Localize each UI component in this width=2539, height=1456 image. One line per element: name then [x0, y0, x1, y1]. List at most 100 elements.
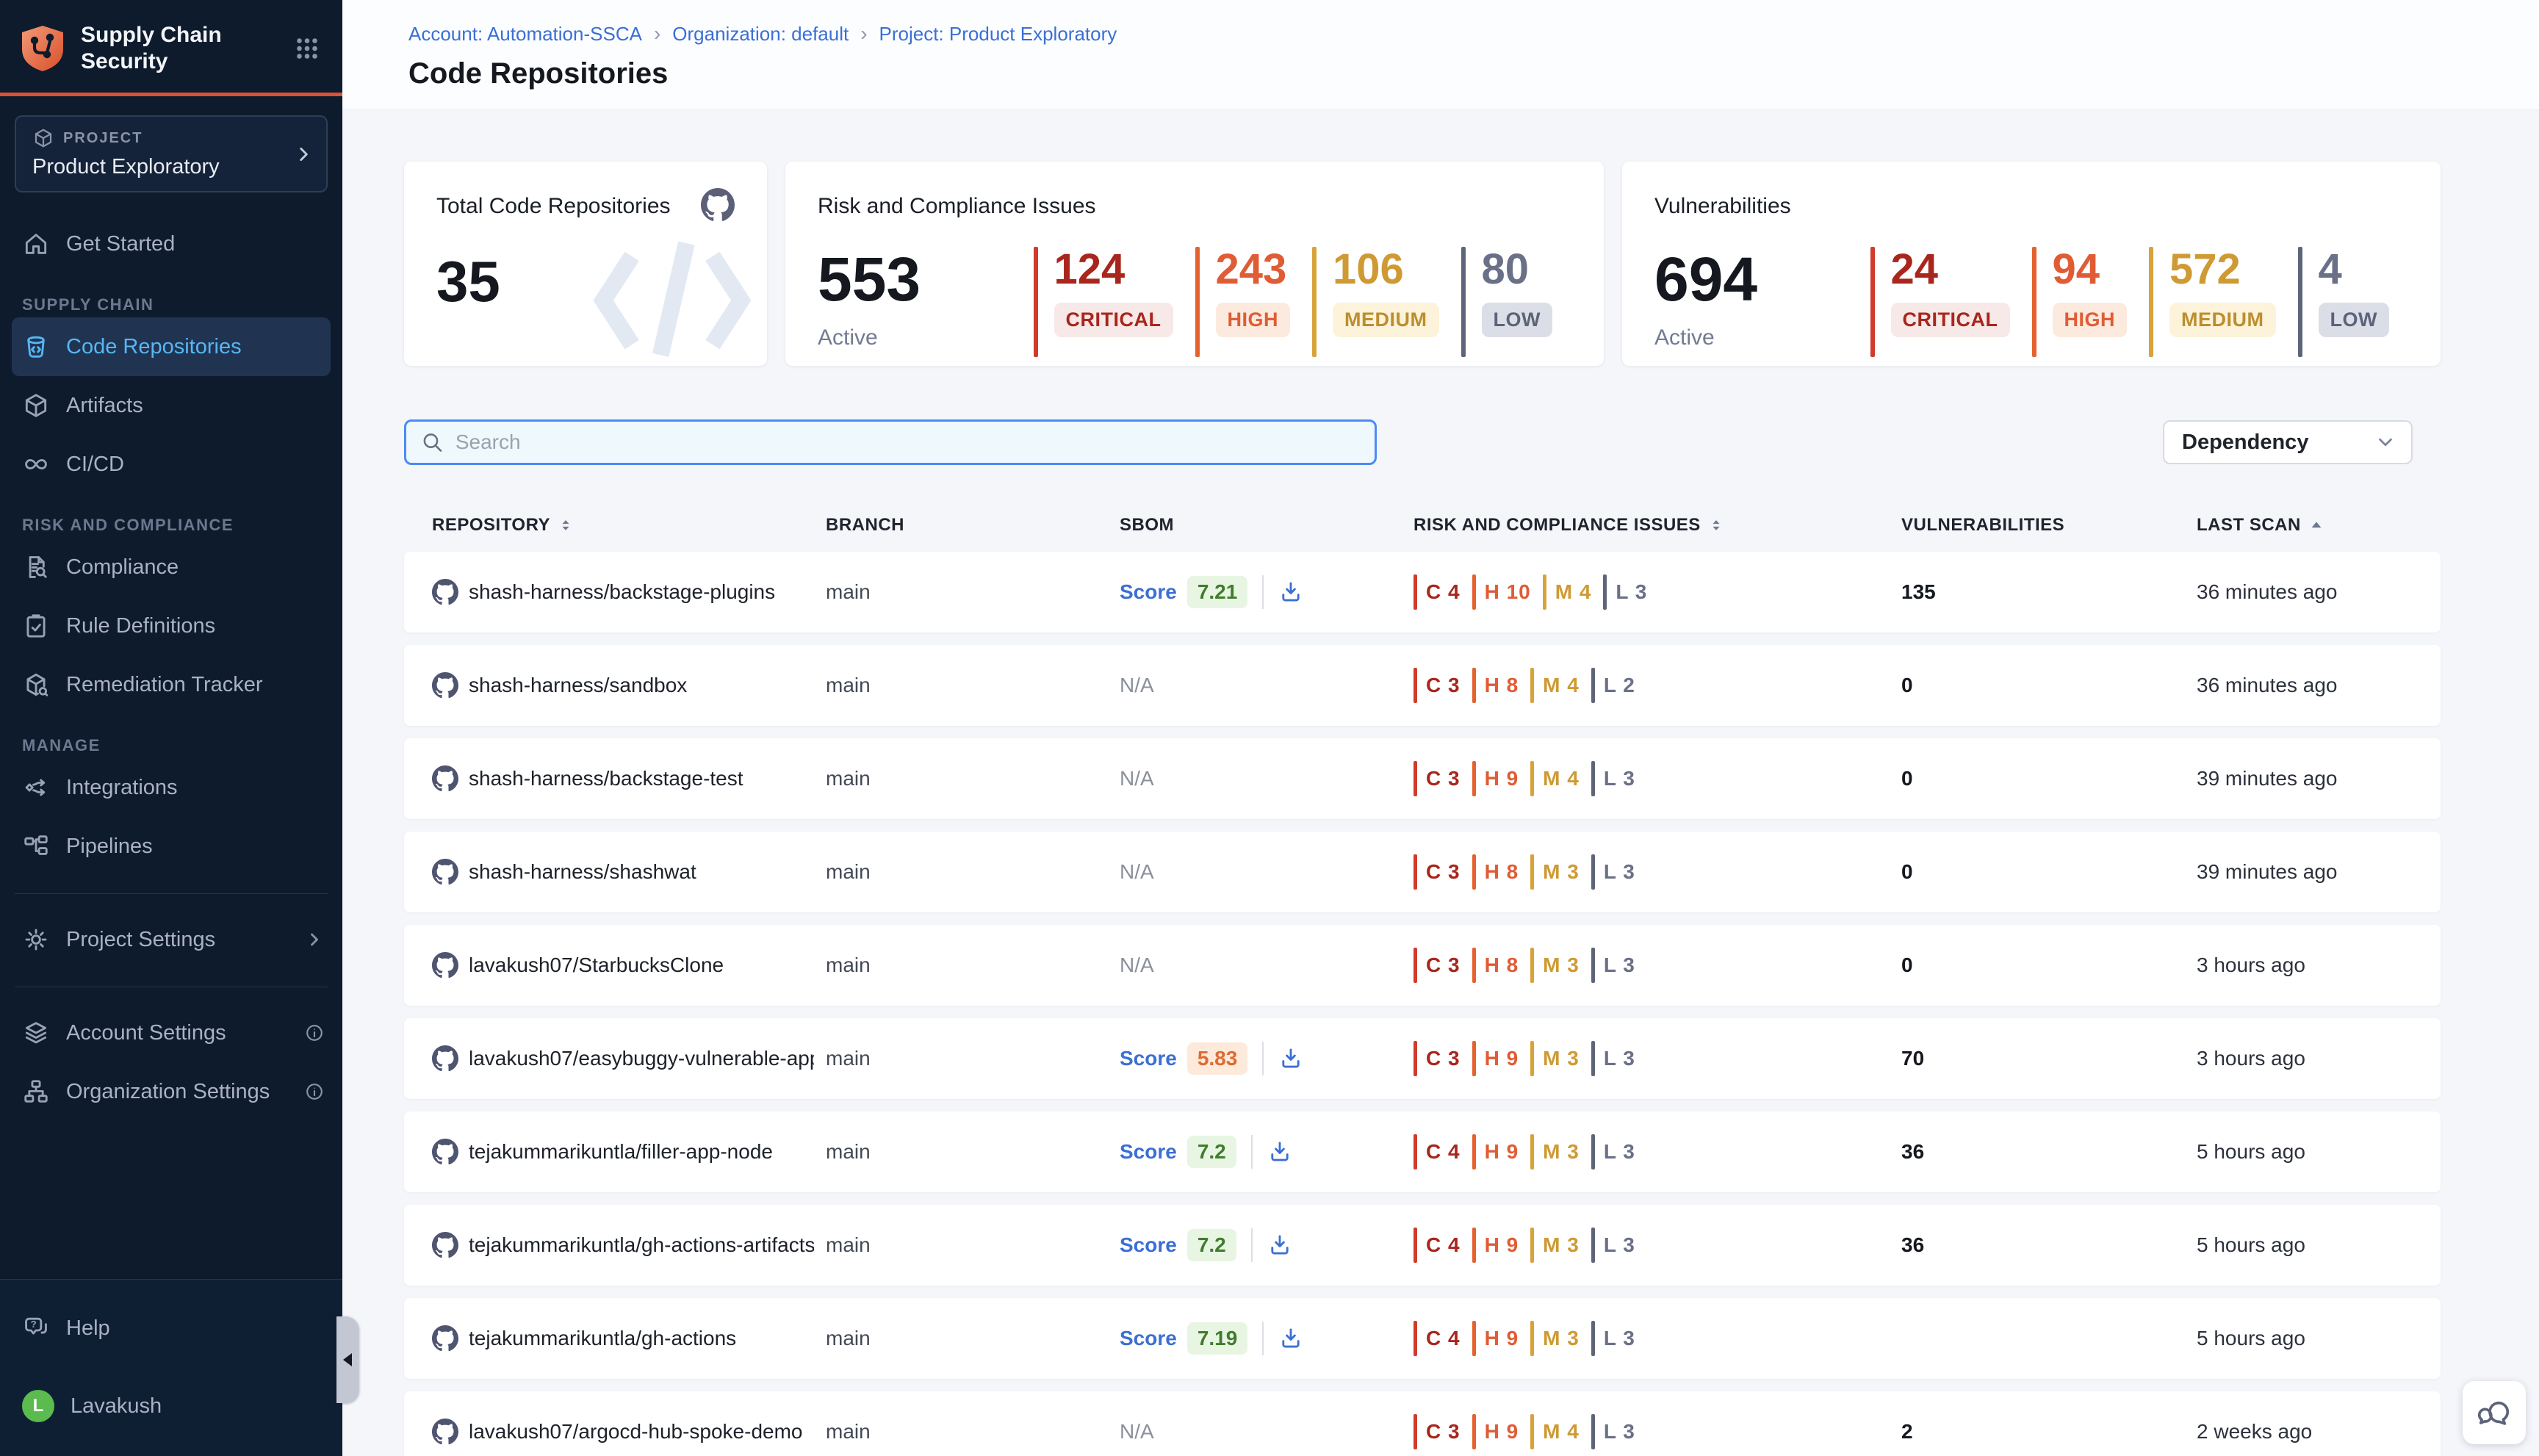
sbom-cell: Score7.19 — [1120, 1322, 1413, 1355]
brand-divider — [0, 93, 342, 96]
repository-name[interactable]: tejakummarikuntla/gh-actions-artifacts — [469, 1233, 814, 1257]
table-row[interactable]: shash-harness/sandboxmainN/AC 3H 8M 4L 2… — [404, 645, 2441, 726]
chevron-right-icon — [294, 145, 313, 164]
rule-definitions-icon — [22, 612, 50, 640]
table-row[interactable]: shash-harness/backstage-testmainN/AC 3H … — [404, 738, 2441, 819]
column-header-branch: BRANCH — [826, 515, 1120, 536]
repository-name[interactable]: lavakush07/easybuggy-vulnerable-app... — [469, 1047, 814, 1070]
sidebar-item-get-started[interactable]: Get Started — [0, 215, 342, 273]
severity-count: 94 — [2053, 247, 2128, 292]
sidebar-item-help[interactable]: ? Help — [0, 1299, 342, 1358]
sidebar-item-remediation-tracker[interactable]: Remediation Tracker — [0, 655, 342, 714]
sidebar-item-project-settings[interactable]: Project Settings — [0, 910, 342, 969]
severity-bar — [1472, 1321, 1476, 1356]
severity-low: L 3 — [1591, 1041, 1635, 1076]
severity-value: C 3 — [1426, 1047, 1461, 1070]
divider — [1251, 1135, 1253, 1169]
toolbar: Dependency — [404, 419, 2441, 465]
sidebar-item-artifacts[interactable]: Artifacts — [0, 376, 342, 435]
repository-name[interactable]: lavakush07/argocd-hub-spoke-demo — [469, 1420, 803, 1444]
project-selector[interactable]: PROJECT Product Exploratory — [15, 115, 328, 192]
breadcrumb-account-link[interactable]: Account: Automation-SSCA — [408, 23, 642, 46]
severity-content: 24CRITICAL — [1891, 247, 2010, 357]
download-sbom-icon[interactable] — [1278, 580, 1303, 605]
download-sbom-icon[interactable] — [1278, 1046, 1303, 1071]
sidebar-item-pipelines[interactable]: Pipelines — [0, 817, 342, 876]
user-menu[interactable]: L Lavakush — [0, 1377, 342, 1435]
breadcrumb-organization-link[interactable]: Organization: default — [672, 23, 849, 46]
github-icon — [432, 1419, 458, 1445]
severity-bar — [1472, 1041, 1476, 1076]
branch-cell: main — [826, 1327, 1120, 1350]
sidebar-item-ci-cd[interactable]: CI/CD — [0, 435, 342, 494]
sort-icon — [1708, 516, 1724, 535]
table-row[interactable]: lavakush07/argocd-hub-spoke-demomainN/AC… — [404, 1391, 2441, 1456]
support-chat-button[interactable] — [2463, 1381, 2526, 1444]
severity-low: L 2 — [1591, 668, 1635, 703]
chat-bubbles-icon — [2475, 1394, 2513, 1432]
repository-name[interactable]: shash-harness/sandbox — [469, 674, 687, 697]
severity-bar — [1591, 854, 1595, 890]
sidebar-item-integrations[interactable]: Integrations — [0, 758, 342, 817]
divider — [1262, 575, 1264, 609]
download-sbom-icon[interactable] — [1267, 1233, 1292, 1258]
severity-bar — [1472, 761, 1476, 796]
column-header-risk-and-compliance-issues[interactable]: RISK AND COMPLIANCE ISSUES — [1413, 515, 1901, 536]
repository-cell: tejakummarikuntla/filler-app-node — [432, 1139, 826, 1165]
repository-name[interactable]: lavakush07/StarbucksClone — [469, 954, 724, 977]
sbom-score-label: Score — [1120, 580, 1177, 604]
code-watermark-icon — [588, 223, 757, 366]
card-title: Vulnerabilities — [1654, 194, 2411, 219]
sidebar-item-code-repositories[interactable]: Code Repositories — [12, 317, 331, 376]
severity-badge: MEDIUM — [1333, 303, 1439, 337]
column-header-last-scan[interactable]: LAST SCAN — [2197, 515, 2441, 536]
repository-name[interactable]: tejakummarikuntla/filler-app-node — [469, 1140, 773, 1164]
severity-high: H 10 — [1472, 574, 1531, 610]
table-row[interactable]: lavakush07/easybuggy-vulnerable-app...ma… — [404, 1018, 2441, 1099]
risk-compliance-cell: C 4H 9M 3L 3 — [1413, 1321, 1901, 1356]
sidebar-item-compliance[interactable]: Compliance — [0, 538, 342, 597]
branch-cell: main — [826, 860, 1120, 884]
table-row[interactable]: shash-harness/shashwatmainN/AC 3H 8M 3L … — [404, 832, 2441, 912]
column-header-repository[interactable]: REPOSITORY — [432, 515, 826, 536]
sidebar-item-label: CI/CD — [66, 453, 124, 477]
severity-value: M 3 — [1543, 1233, 1580, 1257]
search-input[interactable] — [455, 430, 1360, 454]
branch-cell: main — [826, 1420, 1120, 1444]
vulnerabilities-sub: Active — [1654, 325, 1870, 350]
sidebar-item-account-settings[interactable]: Account Settings — [0, 1003, 342, 1062]
severity-medium: M 4 — [1530, 1414, 1580, 1449]
app-switcher-icon[interactable] — [294, 35, 320, 62]
repository-name[interactable]: shash-harness/backstage-plugins — [469, 580, 775, 604]
breadcrumb: Account: Automation-SSCA › Organization:… — [408, 22, 2539, 46]
table-row[interactable]: tejakummarikuntla/gh-actions-artifactsma… — [404, 1205, 2441, 1286]
table-row[interactable]: tejakummarikuntla/gh-actions mainScore7.1… — [404, 1298, 2441, 1379]
risk-compliance-cell: C 3H 8M 4L 2 — [1413, 668, 1901, 703]
sidebar-item-rule-definitions[interactable]: Rule Definitions — [0, 597, 342, 655]
table-row[interactable]: lavakush07/StarbucksClonemainN/AC 3H 8M … — [404, 925, 2441, 1006]
column-header-label: REPOSITORY — [432, 515, 550, 536]
severity-count: 80 — [1482, 247, 1552, 292]
severity-medium: M 3 — [1530, 1228, 1580, 1263]
sidebar-collapse-handle[interactable] — [336, 1316, 359, 1403]
content: Total Code Repositories 35 Risk and Comp… — [342, 110, 2539, 1456]
repository-name[interactable]: shash-harness/backstage-test — [469, 767, 743, 790]
breadcrumb-separator: › — [860, 22, 867, 46]
repository-name[interactable]: tejakummarikuntla/gh-actions — [469, 1327, 736, 1350]
column-header-label: RISK AND COMPLIANCE ISSUES — [1413, 515, 1701, 536]
column-header-label: BRANCH — [826, 515, 904, 536]
repository-cell: tejakummarikuntla/gh-actions — [432, 1325, 826, 1352]
repository-name[interactable]: shash-harness/shashwat — [469, 860, 696, 884]
table-row[interactable]: tejakummarikuntla/filler-app-nodemainSco… — [404, 1111, 2441, 1192]
severity-content: 243HIGH — [1216, 247, 1291, 357]
app-root: Supply Chain Security PROJECT Product Ex… — [0, 0, 2539, 1456]
severity-low: L 3 — [1591, 854, 1635, 890]
table-row[interactable]: shash-harness/backstage-pluginsmainScore… — [404, 552, 2441, 633]
breadcrumb-project-link[interactable]: Project: Product Exploratory — [879, 23, 1117, 46]
chevron-down-icon — [2374, 431, 2396, 453]
download-sbom-icon[interactable] — [1267, 1139, 1292, 1164]
download-sbom-icon[interactable] — [1278, 1326, 1303, 1351]
severity-low: L 3 — [1591, 1414, 1635, 1449]
sidebar-item-organization-settings[interactable]: Organization Settings — [0, 1062, 342, 1121]
dependency-dropdown[interactable]: Dependency — [2163, 420, 2413, 464]
